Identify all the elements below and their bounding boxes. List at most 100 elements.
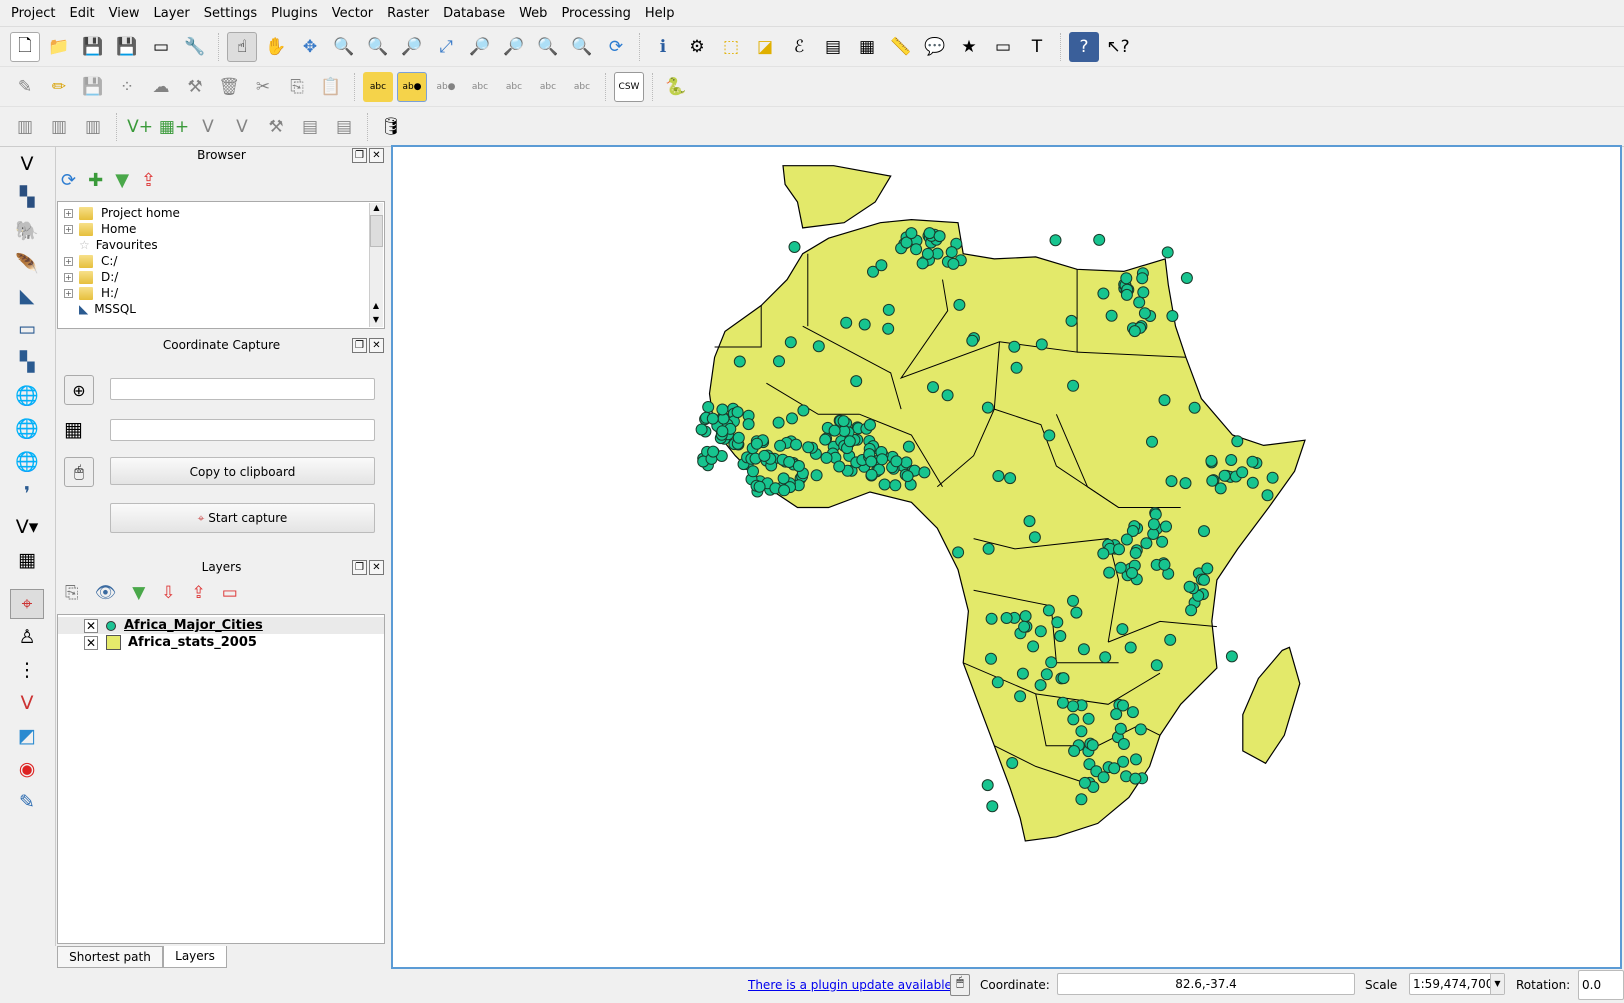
menu-plugins[interactable]: Plugins <box>264 6 325 21</box>
city-point[interactable] <box>1067 379 1080 392</box>
map-canvas[interactable] <box>391 145 1622 969</box>
city-point[interactable] <box>1146 435 1158 448</box>
expand-icon[interactable]: + <box>64 224 73 234</box>
city-point[interactable] <box>1140 537 1153 550</box>
city-point[interactable] <box>758 449 771 462</box>
city-point[interactable] <box>1225 454 1238 466</box>
add-raster-layer-icon[interactable]: ▚ <box>10 182 44 212</box>
zoom-selection-icon[interactable]: 🔎 <box>465 32 495 62</box>
collapse-all-icon[interactable]: ⇪ <box>141 170 156 191</box>
city-point[interactable] <box>1231 435 1244 448</box>
menu-layer[interactable]: Layer <box>147 6 197 21</box>
menu-project[interactable]: Project <box>4 6 62 21</box>
city-point[interactable] <box>1137 286 1150 299</box>
city-point[interactable] <box>1008 340 1021 353</box>
whats-this-icon[interactable]: ↖? <box>1103 32 1133 62</box>
city-point[interactable] <box>1067 713 1080 726</box>
city-point[interactable] <box>850 375 863 388</box>
city-point[interactable] <box>1126 706 1139 719</box>
touch-zoom-pan-icon[interactable]: ☝ <box>227 32 257 62</box>
coordinate-field[interactable]: 82.6,-37.4 <box>1057 973 1355 995</box>
city-point[interactable] <box>882 322 895 335</box>
city-point[interactable] <box>1086 739 1099 752</box>
city-point[interactable] <box>1016 667 1029 680</box>
city-point[interactable] <box>1166 310 1179 322</box>
vector-edit-icon[interactable]: V <box>193 112 223 142</box>
pin-labels-icon[interactable]: ab● <box>397 72 427 102</box>
zoom-native-icon[interactable]: 🔎 <box>397 32 427 62</box>
city-point[interactable] <box>1129 547 1142 559</box>
city-point[interactable] <box>1097 547 1110 560</box>
show-hide-labels-icon[interactable]: abc <box>465 72 495 102</box>
add-wcs-layer-icon[interactable]: 🌐 <box>10 413 44 443</box>
city-point[interactable] <box>1075 725 1088 738</box>
city-point[interactable] <box>792 460 805 472</box>
new-raster-icon[interactable]: ▦+ <box>159 112 189 142</box>
tools-icon[interactable]: ⚒ <box>261 112 291 142</box>
add-oracle-layer-icon[interactable]: ▭ <box>10 314 44 344</box>
save-as-icon[interactable]: 💾 <box>112 32 142 62</box>
city-point[interactable] <box>1120 533 1133 546</box>
select-features-icon[interactable]: ⬚ <box>716 32 746 62</box>
city-point[interactable] <box>1185 604 1198 617</box>
city-point[interactable] <box>985 612 998 625</box>
city-point[interactable] <box>1198 525 1210 538</box>
city-point[interactable] <box>1164 633 1177 646</box>
city-point[interactable] <box>927 381 939 394</box>
rotate-label-icon[interactable]: abc <box>533 72 563 102</box>
city-point[interactable] <box>1045 656 1058 669</box>
menu-processing[interactable]: Processing <box>554 6 637 21</box>
city-point[interactable] <box>1126 567 1138 579</box>
browser-item-mssql[interactable]: ◣ MSSQL <box>58 301 384 317</box>
vector-pencil-icon[interactable]: V <box>227 112 257 142</box>
expand-icon[interactable]: + <box>64 256 73 266</box>
zoom-out-icon[interactable]: 🔍 <box>363 32 393 62</box>
city-point[interactable] <box>947 257 960 270</box>
float-capture-button[interactable]: ❐ <box>352 338 367 353</box>
city-point[interactable] <box>981 401 994 414</box>
browser-item-home[interactable]: + Home <box>58 221 384 237</box>
city-point[interactable] <box>819 433 832 446</box>
city-point[interactable] <box>706 412 719 425</box>
city-point[interactable] <box>772 416 785 429</box>
new-print-composer-icon[interactable]: ▭ <box>146 32 176 62</box>
city-point[interactable] <box>790 438 803 451</box>
city-point[interactable] <box>1205 454 1218 467</box>
expand-icon[interactable]: + <box>64 288 73 298</box>
open-project-icon[interactable]: 📁 <box>44 32 74 62</box>
city-point[interactable] <box>1150 659 1163 672</box>
text-annotation-icon[interactable]: T <box>1022 32 1052 62</box>
city-point[interactable] <box>1120 272 1133 285</box>
city-point[interactable] <box>778 484 791 497</box>
close-capture-button[interactable]: ✕ <box>369 338 384 353</box>
canvas-crs-coordinate-field[interactable] <box>110 419 375 441</box>
city-point[interactable] <box>716 425 729 438</box>
city-point[interactable] <box>1161 246 1174 259</box>
move-label-icon[interactable]: abc <box>499 72 529 102</box>
city-point[interactable] <box>802 441 815 454</box>
city-point[interactable] <box>1134 723 1147 736</box>
city-point[interactable] <box>742 418 755 431</box>
city-point[interactable] <box>918 466 931 479</box>
city-point[interactable] <box>1057 672 1070 685</box>
city-point[interactable] <box>733 355 746 368</box>
user-crs-coordinate-field[interactable] <box>110 378 375 400</box>
city-point[interactable] <box>810 469 823 482</box>
city-point[interactable] <box>1108 762 1121 775</box>
city-point[interactable] <box>1201 562 1214 575</box>
city-point[interactable] <box>1188 401 1201 414</box>
city-point[interactable] <box>941 389 954 402</box>
city-point[interactable] <box>991 676 1004 689</box>
city-point[interactable] <box>1183 580 1196 593</box>
browser-item-project-home[interactable]: + Project home <box>58 205 384 221</box>
city-point[interactable] <box>747 465 759 478</box>
topology-checker-icon[interactable]: V <box>10 688 44 718</box>
field-calculator-icon[interactable]: ℰ <box>784 32 814 62</box>
city-point[interactable] <box>1117 738 1130 750</box>
zoom-next-icon[interactable]: 🔍 <box>567 32 597 62</box>
city-point[interactable] <box>1266 471 1279 484</box>
filter-icon[interactable]: ▼ <box>115 170 129 191</box>
statistics-icon[interactable]: ▦ <box>852 32 882 62</box>
mouse-tracking-button[interactable]: 🖱 <box>64 457 94 487</box>
highlight-pinned-labels-icon[interactable]: ab● <box>431 72 461 102</box>
